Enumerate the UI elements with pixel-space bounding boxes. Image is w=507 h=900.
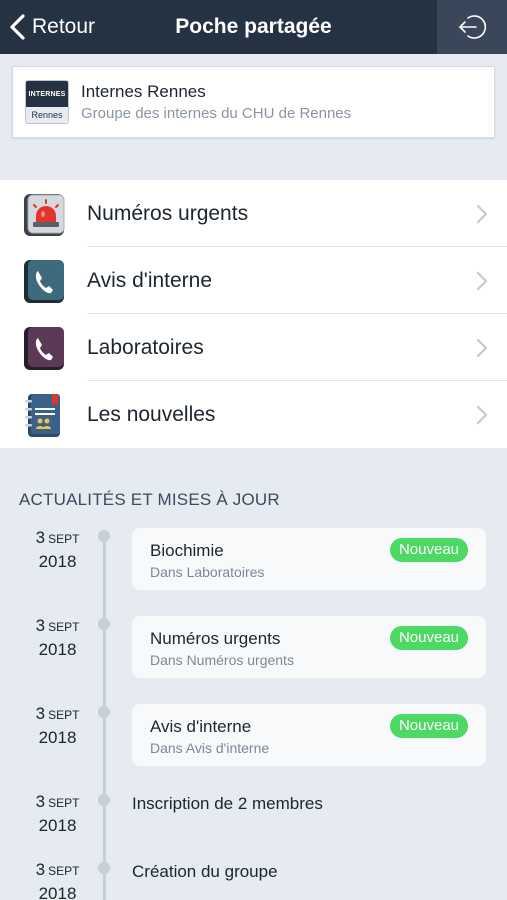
date-year: 2018: [38, 816, 77, 835]
timeline-date: 3 SEPT 2018: [30, 704, 85, 748]
timeline-date: 3 SEPT 2018: [30, 616, 85, 660]
date-year: 2018: [38, 884, 77, 900]
timeline-event-text: Création du groupe: [132, 862, 278, 881]
pocket-menu: Numéros urgents Avis d'interne Laboratoi…: [0, 180, 507, 448]
back-button-label: Retour: [32, 15, 96, 38]
leave-group-button[interactable]: [437, 0, 507, 54]
chevron-right-icon: [476, 405, 488, 424]
chevron-right-icon: [476, 338, 488, 357]
menu-item-laboratoires[interactable]: Laboratoires: [0, 314, 507, 381]
date-month: SEPT: [48, 708, 80, 722]
update-card-subtitle: Dans Laboratoires: [150, 564, 265, 580]
update-card-subtitle: Dans Avis d'interne: [150, 740, 270, 756]
update-card-title: Numéros urgents: [150, 629, 281, 648]
menu-item-label: Laboratoires: [87, 335, 204, 359]
new-badge: Nouveau: [389, 538, 468, 562]
timeline-dot: [98, 706, 110, 718]
update-card-numeros-urgents[interactable]: Numéros urgents Dans Numéros urgents Nou…: [132, 616, 486, 678]
group-logo-bottom-text: Rennes: [26, 107, 68, 123]
emergency-phone-icon: [24, 193, 65, 236]
menu-item-numeros-urgents[interactable]: Numéros urgents: [0, 180, 507, 247]
update-card-biochimie[interactable]: Biochimie Dans Laboratoires Nouveau: [132, 528, 486, 590]
group-name: Internes Rennes: [81, 82, 206, 101]
group-logo-top-text: INTERNES: [26, 81, 68, 107]
date-month: SEPT: [48, 620, 80, 634]
update-card-subtitle: Dans Numéros urgents: [150, 652, 294, 668]
timeline-date: 3 SEPT 2018: [30, 792, 85, 836]
timeline-dot: [98, 862, 110, 874]
date-month: SEPT: [48, 864, 80, 878]
date-year: 2018: [38, 552, 77, 571]
update-card-avis-interne[interactable]: Avis d'interne Dans Avis d'interne Nouve…: [132, 704, 486, 766]
chevron-right-icon: [476, 204, 488, 223]
date-day: 3: [35, 528, 46, 547]
new-badge: Nouveau: [389, 626, 468, 650]
update-card-title: Biochimie: [150, 541, 224, 560]
date-day: 3: [35, 616, 46, 635]
date-day: 3: [35, 792, 46, 811]
timeline-dot: [98, 794, 110, 806]
menu-item-label: Avis d'interne: [87, 268, 213, 292]
menu-item-label: Numéros urgents: [87, 201, 249, 225]
menu-item-avis-interne[interactable]: Avis d'interne: [0, 247, 507, 314]
new-badge: Nouveau: [389, 714, 468, 738]
news-notebook-icon: [25, 393, 60, 437]
date-day: 3: [35, 704, 46, 723]
section-title-updates: ACTUALITÉS ET MISES À JOUR: [19, 490, 280, 509]
menu-item-les-nouvelles[interactable]: Les nouvelles: [0, 381, 507, 448]
phone-book-purple-icon: [24, 326, 64, 370]
group-logo: INTERNES Rennes: [25, 80, 69, 124]
timeline-date: 3 SEPT 2018: [30, 528, 85, 572]
group-description: Groupe des internes du CHU de Rennes: [81, 105, 352, 122]
timeline-dot: [98, 530, 110, 542]
timeline-line: [103, 536, 106, 900]
top-navigation-bar: Retour Poche partagée: [0, 0, 507, 54]
timeline-date: 3 SEPT 2018: [30, 860, 85, 900]
date-day: 3: [35, 860, 46, 879]
chevron-left-icon: [10, 14, 25, 40]
update-card-title: Avis d'interne: [150, 717, 252, 736]
date-month: SEPT: [48, 796, 80, 810]
timeline-dot: [98, 618, 110, 630]
leave-icon: [459, 15, 487, 39]
menu-item-label: Les nouvelles: [87, 402, 216, 426]
date-year: 2018: [38, 728, 77, 747]
date-year: 2018: [38, 640, 77, 659]
group-card[interactable]: INTERNES Rennes Internes Rennes Groupe d…: [12, 66, 495, 138]
back-button[interactable]: Retour: [8, 0, 95, 54]
chevron-right-icon: [476, 271, 488, 290]
date-month: SEPT: [48, 532, 80, 546]
phone-book-blue-icon: [24, 259, 64, 303]
timeline-event-text: Inscription de 2 membres: [132, 794, 323, 813]
